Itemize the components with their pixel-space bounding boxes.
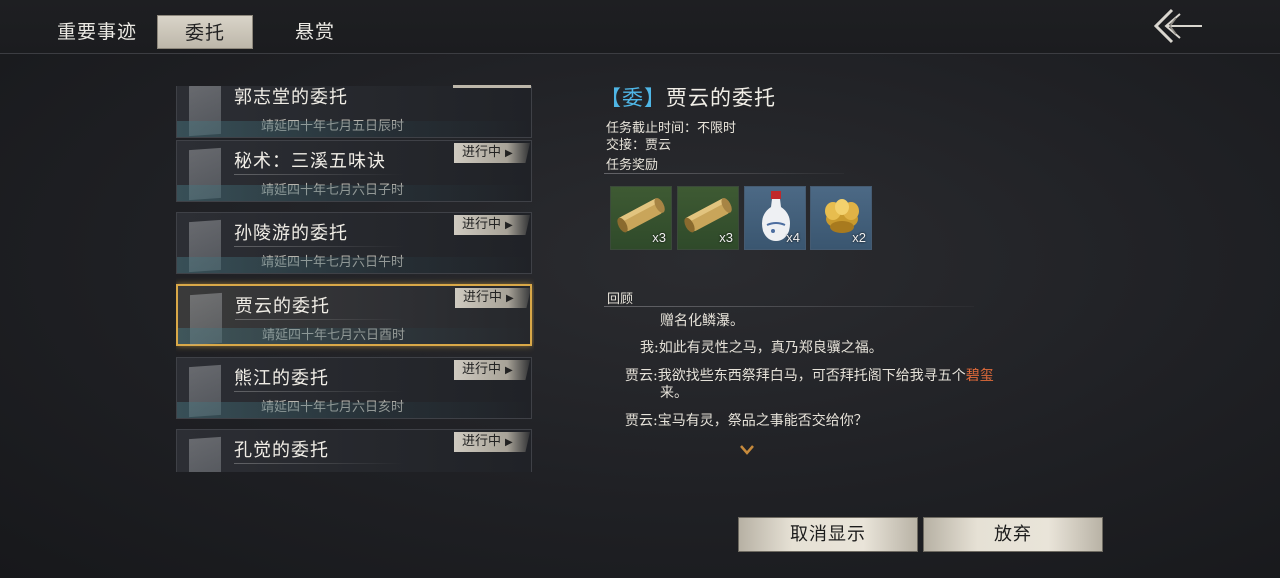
dialogue-speaker: 贾云:	[625, 413, 658, 429]
highlight-item: 碧玺	[965, 368, 994, 384]
reward-slot[interactable]: x3	[610, 186, 672, 250]
tab-commissions[interactable]: 委托	[157, 15, 253, 49]
back-button[interactable]	[1150, 6, 1206, 46]
quest-item[interactable]: 孙陵游的委托 靖延四十年七月六日午时 进行中 ▶	[176, 212, 532, 274]
paper-icon	[189, 219, 221, 273]
dialogue-speaker: 贾云:	[625, 368, 658, 384]
quest-title: 孙陵游的委托	[234, 223, 348, 244]
reward-quantity: x3	[719, 230, 733, 245]
quest-title: 秘术：三溪五味诀	[234, 151, 386, 172]
dialogue-speaker: 我:	[640, 340, 659, 356]
divider	[235, 319, 405, 320]
quest-item[interactable]: 郭志堂的委托 靖延四十年七月五日辰时	[176, 86, 532, 138]
hide-button[interactable]: 取消显示	[738, 517, 918, 552]
chevron-right-icon: ▶	[505, 220, 513, 231]
reward-slot[interactable]: x2	[810, 186, 872, 250]
scroll-cap	[453, 85, 531, 88]
status-badge: 进行中 ▶	[454, 143, 530, 163]
divider	[234, 246, 404, 247]
handover-text: 交接：贾云	[606, 138, 672, 153]
dialogue-line: 贾云:我欲找些东西祭拜白马，可否拜托阁下给我寻五个碧玺	[625, 368, 994, 384]
quest-title: 孔觉的委托	[234, 440, 329, 461]
tab-important-events[interactable]: 重要事迹	[48, 15, 146, 49]
quest-title: 熊江的委托	[234, 368, 329, 389]
paper-icon	[190, 292, 222, 346]
quest-list[interactable]: 郭志堂的委托 靖延四十年七月五日辰时 秘术：三溪五味诀 靖延四十年七月六日子时 …	[176, 86, 534, 472]
abandon-button[interactable]: 放弃	[923, 517, 1103, 552]
rewards-label: 任务奖励	[606, 158, 659, 173]
chevron-right-icon: ▶	[506, 293, 514, 304]
chevron-down-icon[interactable]	[740, 445, 754, 455]
divider	[234, 463, 404, 464]
quest-date: 靖延四十年七月六日亥时	[261, 400, 405, 415]
chevron-right-icon: ▶	[505, 365, 513, 376]
paper-icon	[189, 364, 221, 418]
dialogue-line: 贾云:宝马有灵，祭品之事能否交给你？	[625, 413, 868, 429]
quest-title: 郭志堂的委托	[234, 87, 348, 108]
status-badge: 进行中 ▶	[454, 360, 530, 380]
quest-date: 靖延四十年七月六日酉时	[262, 328, 406, 343]
dialogue-line-continued: 来。	[660, 385, 688, 401]
reward-slot[interactable]: x4	[744, 186, 806, 250]
divider	[604, 173, 844, 174]
quest-item[interactable]: 秘术：三溪五味诀 靖延四十年七月六日子时 进行中 ▶	[176, 140, 532, 202]
dialogue-line: 赠名化鳞瀑。	[660, 313, 744, 329]
reward-slot[interactable]: x3	[677, 186, 739, 250]
quest-item-selected[interactable]: 贾云的委托 靖延四十年七月六日酉时 进行中 ▶	[176, 284, 532, 346]
status-badge: 进行中 ▶	[454, 432, 530, 452]
status-badge: 进行中 ▶	[454, 215, 530, 235]
quest-date: 靖延四十年七月六日午时	[261, 255, 405, 270]
detail-title: 【委】贾云的委托	[600, 86, 776, 110]
paper-icon	[189, 147, 221, 201]
paper-icon	[189, 86, 221, 137]
reward-quantity: x3	[652, 230, 666, 245]
quest-date: 靖延四十年七月五日辰时	[261, 119, 405, 134]
divider	[604, 306, 974, 307]
divider	[234, 391, 404, 392]
review-label: 回顾	[607, 292, 634, 307]
back-arrow-icon	[1153, 8, 1202, 44]
divider	[234, 174, 404, 175]
quest-date: 靖延四十年七月六日子时	[261, 183, 405, 198]
tab-bounties[interactable]: 悬赏	[280, 15, 350, 49]
paper-icon	[189, 436, 221, 472]
quest-title: 贾云的委托	[235, 296, 330, 317]
dialogue-line: 我:如此有灵性之马，真乃郑良骥之福。	[640, 340, 883, 356]
quest-item[interactable]: 熊江的委托 靖延四十年七月六日亥时 进行中 ▶	[176, 357, 532, 419]
reward-quantity: x2	[852, 230, 866, 245]
status-badge: 进行中 ▶	[455, 288, 531, 308]
quest-type-tag: 委	[622, 86, 644, 110]
quest-item[interactable]: 孔觉的委托 进行中 ▶	[176, 429, 532, 472]
top-bar: 重要事迹 委托 悬赏	[0, 0, 1280, 54]
reward-quantity: x4	[786, 230, 800, 245]
chevron-right-icon: ▶	[505, 437, 513, 448]
chevron-right-icon: ▶	[505, 148, 513, 159]
